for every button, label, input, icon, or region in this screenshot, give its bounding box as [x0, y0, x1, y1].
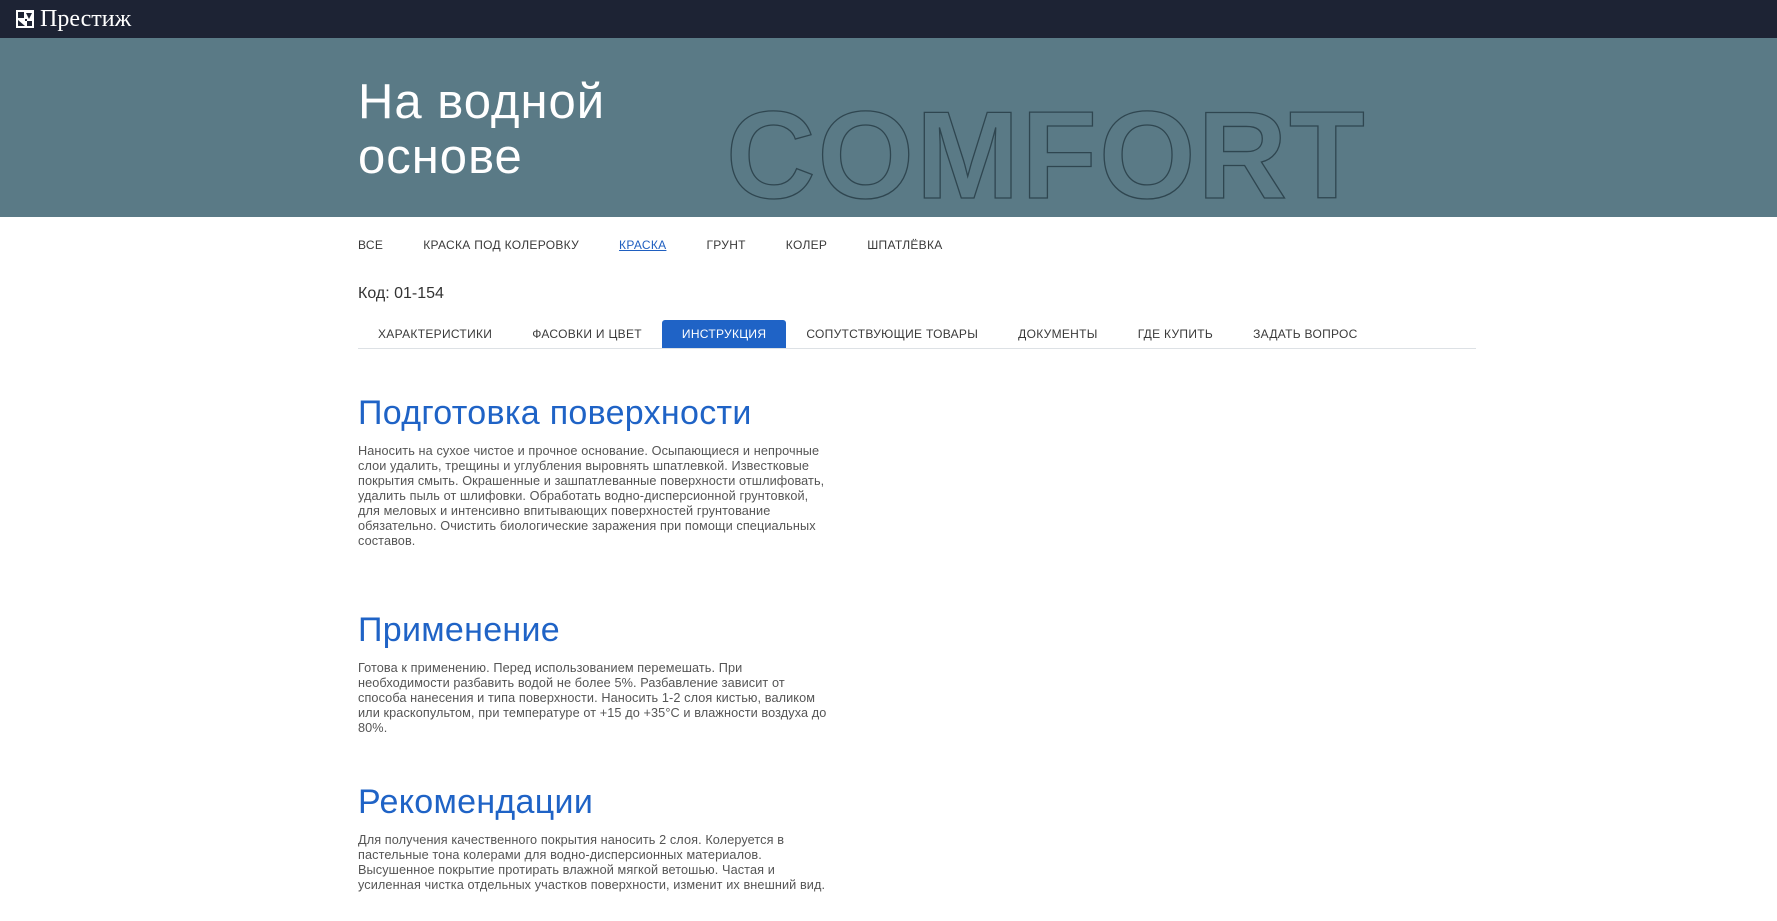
- section-surface-preparation: Подготовка поверхности Наносить на сухое…: [358, 394, 828, 549]
- category-paint[interactable]: КРАСКА: [619, 237, 666, 253]
- category-all[interactable]: ВСЕ: [358, 237, 383, 253]
- tab-characteristics[interactable]: ХАРАКТЕРИСТИКИ: [358, 320, 512, 348]
- tab-instructions[interactable]: ИНСТРУКЦИЯ: [661, 320, 787, 348]
- section-title: Рекомендации: [358, 783, 594, 821]
- tab-ask-question[interactable]: ЗАДАТЬ ВОПРОС: [1233, 320, 1378, 348]
- section-application: Применение Готова к применению. Перед ис…: [358, 611, 828, 736]
- category-tintable-paint[interactable]: КРАСКА ПОД КОЛЕРОВКУ: [423, 237, 579, 253]
- page-title: На водной основе: [358, 75, 778, 185]
- section-title: Применение: [358, 611, 560, 649]
- brand-logo[interactable]: Престиж: [16, 6, 131, 32]
- tab-documents[interactable]: ДОКУМЕНТЫ: [998, 320, 1118, 348]
- product-tabs: ХАРАКТЕРИСТИКИ ФАСОВКИ И ЦВЕТ ИНСТРУКЦИЯ…: [358, 320, 1476, 349]
- category-colorant[interactable]: КОЛЕР: [786, 237, 827, 253]
- category-primer[interactable]: ГРУНТ: [706, 237, 745, 253]
- tab-where-to-buy[interactable]: ГДЕ КУПИТЬ: [1118, 320, 1233, 348]
- section-recommendations: Рекомендации Для получения качественного…: [358, 783, 828, 893]
- top-bar: Престиж: [0, 0, 1777, 38]
- page-title-line-1: На водной: [358, 75, 606, 129]
- comfort-watermark: COMFORT: [725, 86, 1365, 217]
- category-nav: ВСЕ КРАСКА ПОД КОЛЕРОВКУ КРАСКА ГРУНТ КО…: [358, 237, 983, 253]
- hero-banner: На водной основе COMFORT: [0, 38, 1777, 217]
- product-code: Код: 01-154: [358, 285, 444, 302]
- tab-related-products[interactable]: СОПУТСТВУЮЩИЕ ТОВАРЫ: [786, 320, 998, 348]
- section-title: Подготовка поверхности: [358, 394, 752, 432]
- section-text: Для получения качественного покрытия нан…: [358, 833, 826, 892]
- page-title-line-2: основе: [358, 130, 523, 184]
- section-text: Готова к применению. Перед использование…: [358, 661, 827, 735]
- brand-logo-icon: [16, 10, 34, 28]
- category-putty[interactable]: ШПАТЛЁВКА: [867, 237, 942, 253]
- tab-packaging-and-color[interactable]: ФАСОВКИ И ЦВЕТ: [512, 320, 662, 348]
- brand-name: Престиж: [40, 6, 132, 32]
- section-text: Наносить на сухое чистое и прочное основ…: [358, 444, 825, 548]
- watermark-text: COMFORT: [726, 87, 1367, 217]
